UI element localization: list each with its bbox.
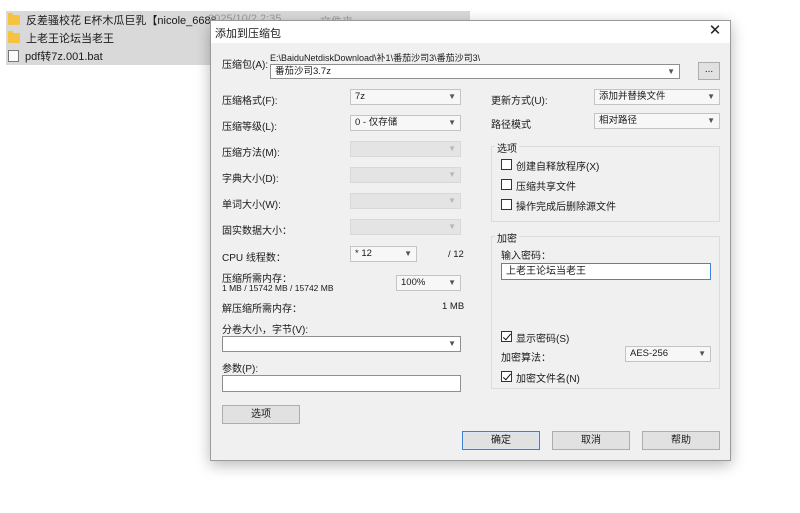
close-icon[interactable]: ✕ [706,22,724,40]
solid-block-select[interactable]: ▼ [350,219,461,235]
cpu-threads-select[interactable]: * 12 ▼ [350,246,417,262]
archive-label: 压缩包(A): [222,60,269,71]
chevron-down-icon: ▼ [448,196,456,205]
chevron-down-icon: ▼ [448,170,456,179]
chevron-down-icon: ▼ [707,92,715,101]
encryption-method-select[interactable]: AES-256 ▼ [625,346,711,362]
path-mode-value: 相对路径 [599,115,638,126]
chevron-down-icon: ▼ [448,92,456,101]
level-select[interactable]: 0 - 仅存储 ▼ [350,115,461,131]
chevron-down-icon: ▼ [404,249,412,258]
level-label: 压缩等级(L): [222,122,277,133]
help-button[interactable]: 帮助 [642,431,720,450]
encrypt-names-checkbox[interactable] [501,371,512,382]
password-label: 输入密码： [501,251,551,262]
format-value: 7z [355,91,366,102]
dictionary-select[interactable]: ▼ [350,167,461,183]
folder-icon [8,31,20,43]
chevron-down-icon: ▼ [448,222,456,231]
ok-button[interactable]: 确定 [462,431,540,450]
word-size-select[interactable]: ▼ [350,193,461,209]
encryption-method-label: 加密算法： [501,353,551,364]
show-password-checkbox[interactable] [501,331,512,342]
file-name: 反差骚校花 E杯木瓜巨乳【nicole_6688... [26,15,226,27]
parameters-input[interactable] [222,375,461,392]
memory-detail: 1 MB / 15742 MB / 15742 MB [222,283,334,293]
memory-percent-value: 100% [401,277,426,288]
add-to-archive-dialog: 添加到压缩包 ✕ 压缩包(A): E:\BaiduNetdiskDownload… [210,20,731,461]
level-value: 0 - 仅存储 [355,117,398,128]
encryption-group-title: 加密 [495,230,519,245]
shared-files-label: 压缩共享文件 [516,182,576,193]
decompress-memory-label: 解压缩所需内存： [222,304,302,315]
encryption-method-value: AES-256 [630,348,669,359]
sfx-label: 创建自释放程序(X) [516,162,600,173]
file-name: pdf转7z.001.bat [25,51,103,63]
path-mode-label: 路径模式 [491,120,531,131]
path-mode-select[interactable]: 相对路径 ▼ [594,113,720,129]
browse-button[interactable]: ... [698,62,720,80]
password-input[interactable]: 上老王论坛当老王 [501,263,711,280]
archive-name-combo[interactable]: 番茄沙司3.7z ▼ [270,64,680,79]
chevron-down-icon: ▼ [448,118,456,127]
chevron-down-icon: ▼ [707,116,715,125]
delete-after-checkbox[interactable] [501,199,512,210]
cancel-button[interactable]: 取消 [552,431,630,450]
batch-file-icon [8,50,19,62]
cpu-threads-label: CPU 线程数： [222,253,286,264]
format-label: 压缩格式(F): [222,96,278,107]
options-group-title: 选项 [495,140,519,155]
dialog-title: 添加到压缩包 [215,28,281,40]
decompress-memory-value: 1 MB [442,301,465,312]
update-mode-value: 添加并替换文件 [599,91,666,102]
cpu-threads-value: * 12 [355,248,372,259]
file-name: 上老王论坛当老王 [26,33,114,45]
split-size-combo[interactable]: ▼ [222,336,461,352]
method-select[interactable]: ▼ [350,141,461,157]
parameters-label: 参数(P): [222,364,259,375]
chevron-down-icon: ▼ [667,67,675,76]
encrypt-names-label: 加密文件名(N) [516,374,580,385]
options-group: 选项 创建自释放程序(X) 压缩共享文件 操作完成后删除源文件 [491,140,720,222]
method-label: 压缩方法(M): [222,148,280,159]
dictionary-label: 字典大小(D): [222,174,279,185]
title-bar[interactable]: 添加到压缩包 ✕ [211,21,730,43]
archive-name-value: 番茄沙司3.7z [275,66,331,77]
word-size-label: 单词大小(W): [222,200,281,211]
chevron-down-icon: ▼ [448,278,456,287]
chevron-down-icon: ▼ [448,144,456,153]
show-password-label: 显示密码(S) [516,334,570,345]
sfx-checkbox[interactable] [501,159,512,170]
memory-percent-select[interactable]: 100% ▼ [396,275,461,291]
delete-after-label: 操作完成后删除源文件 [516,202,616,213]
shared-files-checkbox[interactable] [501,179,512,190]
split-size-label: 分卷大小，字节(V): [222,325,309,336]
cpu-threads-max: / 12 [448,249,464,260]
chevron-down-icon: ▼ [698,349,706,358]
options-button[interactable]: 选项 [222,405,300,424]
update-mode-label: 更新方式(U): [491,96,548,107]
folder-icon [8,13,20,25]
format-select[interactable]: 7z ▼ [350,89,461,105]
update-mode-select[interactable]: 添加并替换文件 ▼ [594,89,720,105]
archive-path: E:\BaiduNetdiskDownload\补1\番茄沙司3\番茄沙司3\ [270,53,481,63]
solid-block-label: 固实数据大小： [222,226,292,237]
chevron-down-icon: ▼ [448,339,456,348]
encryption-group: 加密 输入密码： 上老王论坛当老王 显示密码(S) 加密算法： AES-256 … [491,230,720,389]
